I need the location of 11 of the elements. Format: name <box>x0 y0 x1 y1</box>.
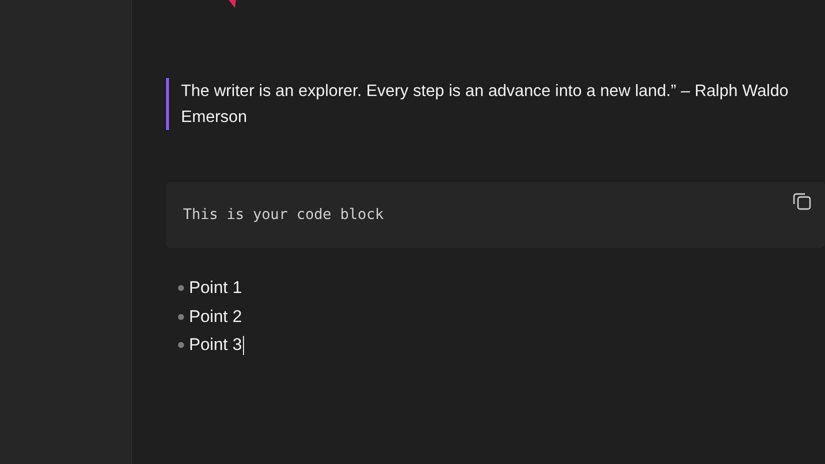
list-item-text: Point 1 <box>189 278 242 298</box>
code-text: This is your code block <box>183 207 384 223</box>
list-item-text: Point 3 <box>189 335 242 356</box>
quote-text: The writer is an explorer. Every step is an advance into a new land.” – Ralph Waldo Emerson <box>181 81 790 128</box>
triangle-icon <box>228 0 238 9</box>
bullet-icon <box>178 342 184 348</box>
copy-icon[interactable] <box>792 191 812 211</box>
bullet-icon <box>178 314 184 320</box>
text-cursor <box>242 336 244 355</box>
list-item-text: Point 2 <box>189 306 242 327</box>
bullet-icon <box>178 285 184 292</box>
